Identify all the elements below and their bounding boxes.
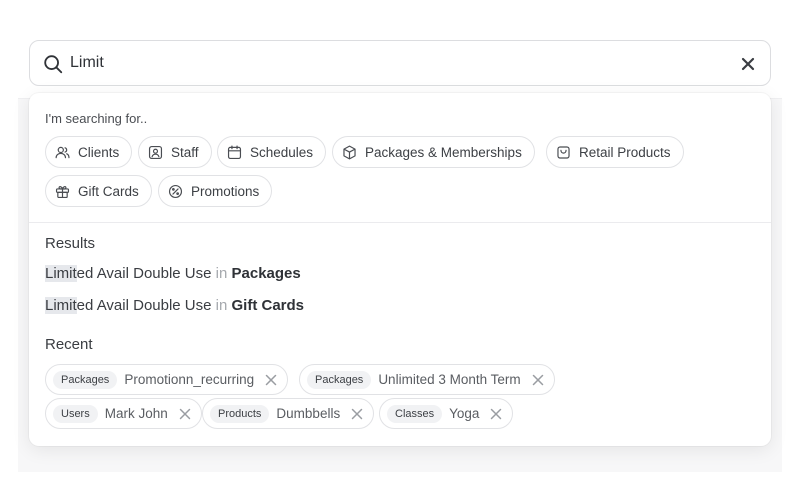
close-icon[interactable] — [530, 372, 546, 388]
filter-chip-label: Clients — [78, 144, 120, 160]
filter-chip-label: Promotions — [191, 183, 260, 199]
close-icon[interactable] — [177, 406, 193, 422]
filter-chip-gift-cards[interactable]: Gift Cards — [45, 175, 152, 207]
users-icon — [55, 146, 70, 158]
result-match: Limit — [45, 297, 77, 314]
recent-item[interactable]: Users Mark John — [45, 398, 202, 429]
result-item[interactable]: Limited Avail Double Use in Packages — [45, 265, 301, 282]
filter-chip-label: Schedules — [250, 144, 314, 160]
discount-badge-icon — [168, 184, 183, 198]
filter-chip-label: Packages & Memberships — [365, 144, 522, 160]
recent-item[interactable]: Products Dumbbells — [202, 398, 375, 429]
recent-item-tag: Classes — [387, 404, 443, 423]
gift-icon — [55, 185, 70, 198]
calendar-icon — [227, 145, 242, 159]
recent-item-tag: Packages — [307, 370, 372, 389]
recent-item[interactable]: Classes Yoga — [379, 398, 514, 429]
filter-chip-retail-products[interactable]: Retail Products — [546, 136, 684, 168]
recent-item-text: Mark John — [104, 406, 168, 421]
filter-chip-schedules[interactable]: Schedules — [217, 136, 327, 168]
recent-item[interactable]: Packages Unlimited 3 Month Term — [299, 364, 555, 395]
recent-title: Recent — [45, 336, 93, 353]
divider — [29, 222, 771, 223]
recent-item[interactable]: Packages Promotionn_recurring — [45, 364, 289, 395]
recent-item-text: Dumbbells — [276, 406, 341, 421]
filter-chip-label: Gift Cards — [78, 183, 139, 199]
filter-chip-promotions[interactable]: Promotions — [158, 175, 273, 207]
filter-chip-label: Staff — [171, 144, 199, 160]
close-icon[interactable] — [263, 372, 279, 388]
searching-label: I'm searching for.. — [45, 111, 148, 126]
filter-chip-staff[interactable]: Staff — [138, 136, 212, 168]
package-box-icon — [343, 145, 356, 159]
result-category: Packages — [231, 265, 301, 282]
search-bar — [29, 40, 771, 86]
staff-badge-icon — [148, 145, 163, 159]
results-title: Results — [45, 235, 96, 252]
filter-chip-label: Retail Products — [579, 144, 671, 160]
result-text: ed Avail Double Use — [76, 265, 212, 282]
shopping-bag-icon — [557, 145, 570, 159]
close-icon[interactable] — [488, 406, 504, 422]
result-in-label: in — [215, 265, 228, 282]
result-category: Gift Cards — [231, 297, 305, 314]
recent-item-tag: Users — [53, 404, 98, 423]
filter-chip-packages-memberships[interactable]: Packages & Memberships — [332, 136, 535, 168]
close-icon[interactable] — [738, 54, 758, 74]
result-match: Limit — [45, 265, 77, 282]
recent-item-text: Promotionn_recurring — [124, 372, 255, 387]
recent-item-tag: Products — [210, 404, 270, 423]
search-dropdown: I'm searching for.. Clients Staff Schedu… — [29, 93, 771, 446]
search-input[interactable] — [70, 50, 710, 76]
recent-item-text: Unlimited 3 Month Term — [378, 372, 521, 387]
recent-item-text: Yoga — [449, 406, 480, 421]
result-in-label: in — [215, 297, 228, 314]
result-text: ed Avail Double Use — [76, 297, 212, 314]
result-item[interactable]: Limited Avail Double Use in Gift Cards — [45, 297, 304, 314]
recent-item-tag: Packages — [53, 370, 118, 389]
close-icon[interactable] — [349, 406, 365, 422]
search-icon — [44, 55, 63, 74]
filter-chip-clients[interactable]: Clients — [45, 136, 133, 168]
